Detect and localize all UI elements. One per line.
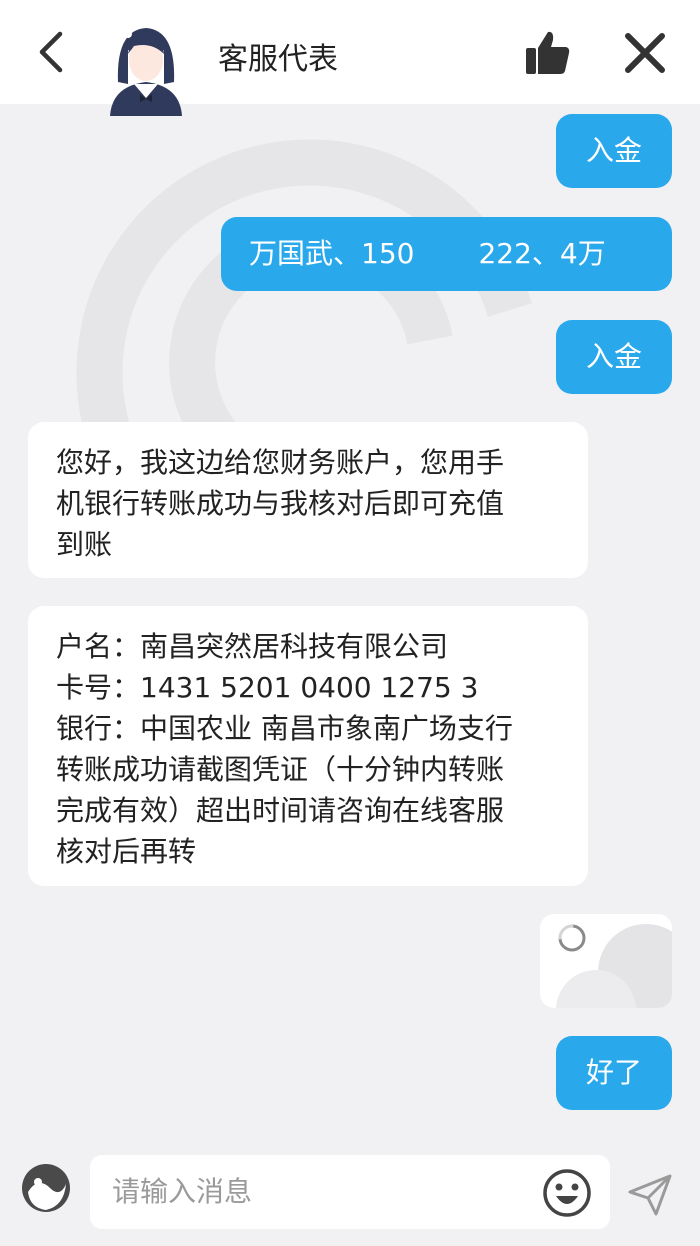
- redaction-mask: [414, 240, 479, 270]
- message-text: 好了: [585, 1056, 642, 1089]
- chat-header: 客服代表: [0, 0, 700, 116]
- loading-spinner-icon: [558, 924, 586, 952]
- message-line: 到账: [56, 528, 113, 561]
- sticker-icon[interactable]: [20, 1162, 72, 1214]
- message-bubble-in: 户名：南昌突然居科技有限公司 卡号：1431 5201 0400 1275 3 …: [28, 606, 588, 886]
- message-line: 卡号：1431 5201 0400 1275 3: [56, 671, 479, 704]
- message-text-part: 222、4万: [478, 237, 606, 270]
- thumbs-up-icon[interactable]: [522, 28, 572, 78]
- message-line: 完成有效）超出时间请咨询在线客服: [56, 794, 505, 827]
- message-bubble-in: 您好，我这边给您财务账户，您用手 机银行转账成功与我核对后即可充值 到账: [28, 422, 588, 578]
- send-icon[interactable]: [626, 1170, 674, 1218]
- message-bubble-out: 入金: [556, 320, 672, 394]
- message-line: 您好，我这边给您财务账户，您用手: [56, 446, 505, 479]
- message-input[interactable]: 请输入消息: [90, 1155, 610, 1229]
- image-placeholder-icon: [556, 924, 672, 1008]
- message-line: 核对后再转: [56, 835, 197, 868]
- image-message-loading[interactable]: [540, 914, 672, 1008]
- close-icon[interactable]: [622, 30, 668, 76]
- message-bubble-out: 万国武、150 222、4万: [221, 217, 672, 291]
- message-text-part: 万国武、150: [249, 237, 415, 270]
- message-text: 入金: [585, 340, 642, 373]
- back-icon[interactable]: [30, 26, 74, 78]
- avatar: [110, 28, 182, 116]
- message-line: 转账成功请截图凭证（十分钟内转账: [56, 753, 505, 786]
- message-line: 银行：中国农业 南昌市象南广场支行: [56, 712, 513, 745]
- message-line: 户名：南昌突然居科技有限公司: [56, 630, 449, 663]
- message-text: 入金: [585, 134, 642, 167]
- message-bubble-out: 好了: [556, 1036, 672, 1110]
- smiley-icon[interactable]: [542, 1168, 592, 1218]
- message-line: 机银行转账成功与我核对后即可充值: [56, 487, 505, 520]
- chat-title: 客服代表: [218, 42, 338, 77]
- message-bubble-out: 入金: [556, 114, 672, 188]
- input-placeholder: 请输入消息: [112, 1175, 253, 1208]
